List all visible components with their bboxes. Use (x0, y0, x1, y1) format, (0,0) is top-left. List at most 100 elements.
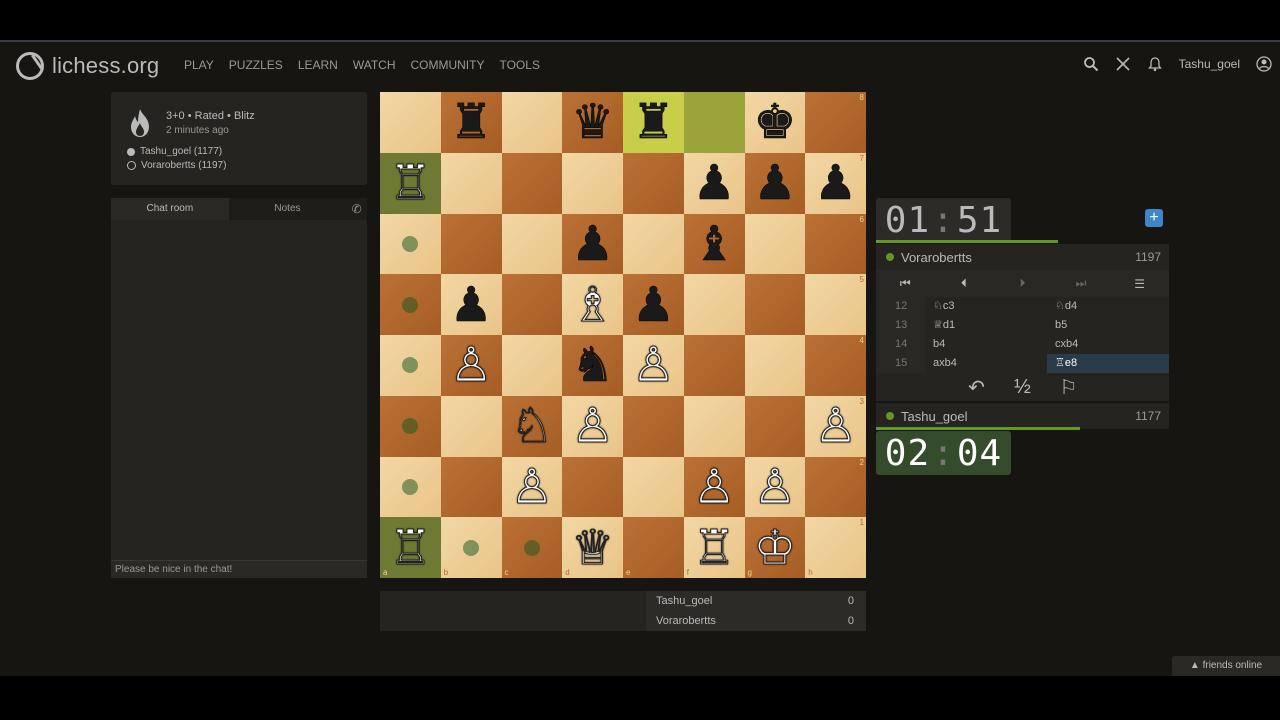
square-d2[interactable] (562, 456, 623, 518)
black-piece[interactable]: ♚ (753, 98, 797, 147)
square-b4[interactable]: ♙ (440, 335, 502, 396)
white-piece[interactable]: ♕ (571, 523, 615, 572)
square-a1[interactable]: ♖ a (380, 517, 441, 578)
black-move-current[interactable]: ♖e8 (1047, 354, 1169, 373)
square-e4[interactable]: ♙ (623, 335, 684, 396)
square-b5[interactable]: ♟ (440, 274, 502, 335)
square-c3[interactable]: ♘ (501, 395, 563, 457)
square-c8[interactable] (501, 92, 563, 153)
move-destination-dot[interactable] (463, 539, 480, 556)
black-piece[interactable]: ♞ (571, 341, 615, 390)
square-c2[interactable]: ♙ (501, 456, 563, 518)
square-b2[interactable] (440, 456, 502, 518)
square-e2[interactable] (623, 456, 684, 518)
first-move-icon[interactable]: ⏮ (876, 276, 935, 291)
black-move[interactable]: cxb4 (1047, 335, 1169, 354)
tab-chat-room[interactable]: Chat room (111, 198, 229, 220)
square-h5[interactable]: 5 (805, 274, 866, 335)
square-b6[interactable] (440, 213, 502, 275)
white-piece[interactable]: ♙ (692, 462, 736, 511)
white-piece[interactable]: ♗ (571, 280, 615, 329)
nav-learn[interactable]: LEARN (298, 58, 338, 72)
square-f3[interactable] (683, 395, 745, 457)
square-a3[interactable] (380, 395, 441, 457)
square-e5[interactable]: ♟ (623, 274, 684, 335)
square-g5[interactable] (744, 274, 806, 335)
white-player-row[interactable]: Tashu_goel (1177) (127, 146, 222, 157)
square-f2[interactable]: ♙ (683, 456, 745, 518)
square-f1[interactable]: ♖ f (683, 517, 745, 578)
square-c5[interactable] (501, 274, 563, 335)
square-g8[interactable]: ♚ (744, 92, 806, 153)
square-a4[interactable] (380, 335, 441, 396)
add-time-button[interactable]: + (1145, 209, 1163, 227)
square-h7[interactable]: ♟ 7 (805, 152, 866, 214)
square-d5[interactable]: ♗ (562, 274, 623, 335)
white-move[interactable]: b4 (925, 335, 1047, 354)
white-piece[interactable]: ♘ (510, 402, 554, 451)
menu-icon[interactable]: ☰ (1110, 277, 1169, 291)
square-h3[interactable]: ♙ 3 (805, 395, 866, 457)
crosstable-player-1[interactable]: Tashu_goel (656, 595, 712, 607)
black-move[interactable]: b5 (1047, 316, 1169, 335)
white-move[interactable]: ♕d1 (925, 316, 1047, 335)
chess-board[interactable]: ♜ ♛ ♜ ♚ 8 ♖ ♟ ♟ ♟ 7 ♟ ♝ 6 ♟ ♗ ♟ 5 ♙ ♞ ♙ 4 ♘ ♙ ♙ 3 ♙ ♙ ♙ 2 ♖ a b c ♕ d e ♖ f ♔ g… (380, 92, 866, 578)
square-b3[interactable] (440, 395, 502, 457)
square-f4[interactable] (683, 335, 745, 396)
square-f7[interactable]: ♟ (683, 152, 745, 214)
user-icon[interactable] (1256, 56, 1272, 72)
username[interactable]: Tashu_goel (1179, 57, 1240, 71)
white-piece[interactable]: ♙ (510, 462, 554, 511)
square-e3[interactable] (623, 395, 684, 457)
black-piece[interactable]: ♟ (692, 159, 736, 208)
square-f6[interactable]: ♝ (683, 213, 745, 275)
white-piece[interactable]: ♙ (814, 402, 858, 451)
takeback-icon[interactable]: ↶ (968, 375, 986, 400)
square-b8[interactable]: ♜ (440, 92, 502, 153)
player-name[interactable]: Tashu_goel (901, 409, 968, 424)
black-move[interactable]: ♘d4 (1047, 297, 1169, 316)
logo[interactable]: lichess.org (16, 52, 159, 80)
square-a2[interactable] (380, 456, 441, 518)
square-d7[interactable] (562, 152, 623, 214)
square-c1[interactable]: c (501, 517, 563, 578)
square-a5[interactable] (380, 274, 441, 335)
tab-notes[interactable]: Notes (229, 198, 347, 220)
square-b1[interactable]: b (440, 517, 502, 578)
opponent-name[interactable]: Vorarobertts (901, 250, 972, 265)
search-icon[interactable] (1083, 56, 1099, 72)
black-player-row[interactable]: Vorarobertts (1197) (127, 160, 226, 171)
square-g3[interactable] (744, 395, 806, 457)
square-c7[interactable] (501, 152, 563, 214)
square-g1[interactable]: ♔ g (744, 517, 806, 578)
white-piece[interactable]: ♙ (631, 341, 675, 390)
black-piece[interactable]: ♜ (449, 98, 493, 147)
phone-icon[interactable]: ✆ (346, 198, 367, 220)
square-e8[interactable]: ♜ (623, 92, 684, 153)
nav-puzzles[interactable]: PUZZLES (229, 58, 283, 72)
white-piece[interactable]: ♖ (692, 523, 736, 572)
bell-icon[interactable] (1147, 56, 1163, 72)
square-d3[interactable]: ♙ (562, 395, 623, 457)
square-c6[interactable] (501, 213, 563, 275)
square-d6[interactable]: ♟ (562, 213, 623, 275)
nav-community[interactable]: COMMUNITY (410, 58, 484, 72)
move-destination-dot[interactable] (402, 478, 419, 495)
square-c4[interactable] (501, 335, 563, 396)
last-move-icon[interactable]: ⏭ (1052, 276, 1111, 291)
black-piece[interactable]: ♟ (571, 220, 615, 269)
nav-play[interactable]: PLAY (184, 58, 214, 72)
square-b7[interactable] (440, 152, 502, 214)
square-d8[interactable]: ♛ (562, 92, 623, 153)
square-g2[interactable]: ♙ (744, 456, 806, 518)
prev-move-icon[interactable]: ⏴ (935, 276, 994, 291)
swords-icon[interactable] (1115, 56, 1131, 72)
chat-input[interactable]: Please be nice in the chat! (111, 560, 367, 578)
white-piece[interactable]: ♖ (388, 523, 432, 572)
square-h1[interactable]: 1h (805, 517, 866, 578)
crosstable-player-2[interactable]: Vorarobertts (656, 615, 716, 627)
move-destination-dot[interactable] (402, 235, 419, 252)
move-destination-dot[interactable] (523, 539, 540, 556)
move-destination-dot[interactable] (402, 296, 419, 313)
square-h2[interactable]: 2 (805, 456, 866, 518)
